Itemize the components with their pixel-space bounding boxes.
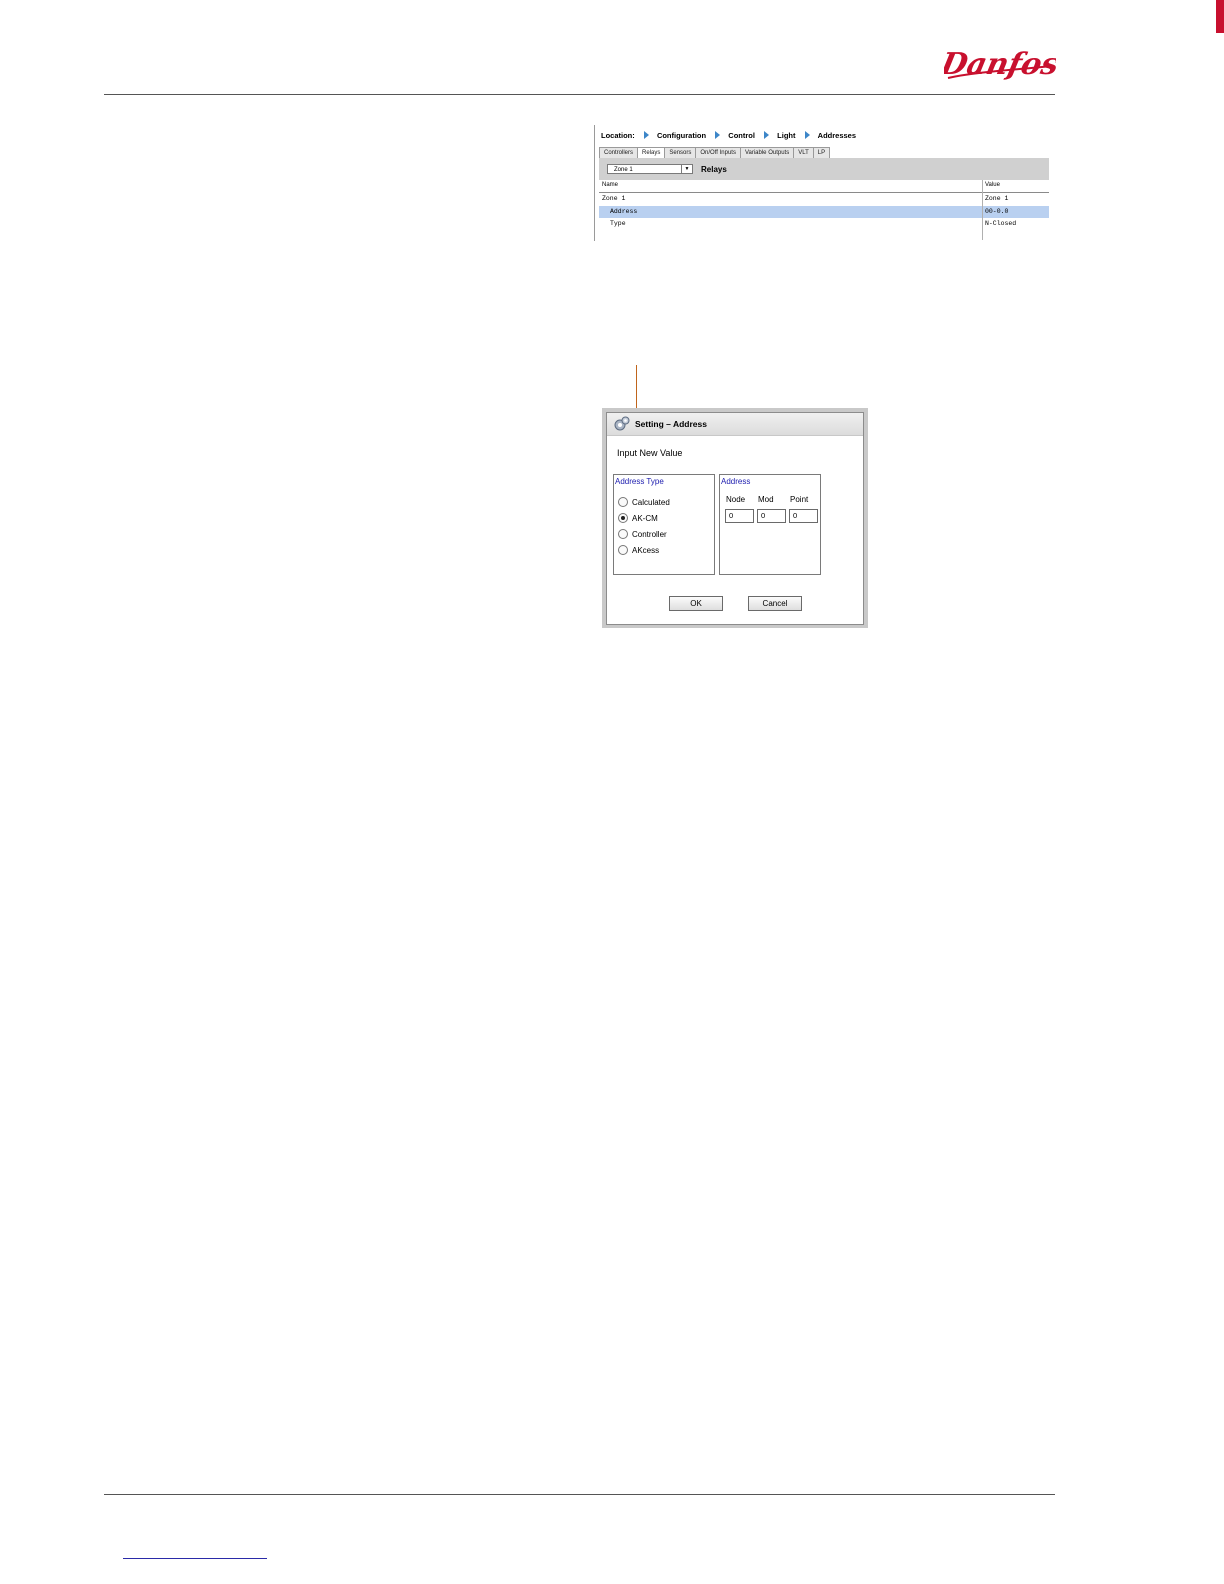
tab-vlt[interactable]: VLT <box>793 147 814 158</box>
row-value: N-Closed <box>985 220 1017 227</box>
footer-link-underline[interactable] <box>123 1558 267 1559</box>
zone-select[interactable]: Zone 1 ▼ <box>607 164 693 174</box>
column-divider <box>982 180 983 240</box>
row-name: Address <box>610 207 638 215</box>
breadcrumb-addresses[interactable]: Addresses <box>818 131 856 140</box>
address-title: Address <box>721 477 751 486</box>
radio-button[interactable] <box>618 545 628 555</box>
address-type-group: Address Type Calculated AK-CM Controller… <box>613 474 715 575</box>
section-title: Relays <box>701 165 727 174</box>
toolbar-band: Zone 1 ▼ Relays <box>599 158 1049 180</box>
dialog-prompt: Input New Value <box>617 448 683 458</box>
tab-relays[interactable]: Relays <box>637 147 666 158</box>
row-value: 00-0.0 <box>985 207 1009 215</box>
tab-sensors[interactable]: Sensors <box>664 147 697 158</box>
tab-on-off-inputs[interactable]: On/Off Inputs <box>695 147 741 158</box>
row-name: Type <box>610 220 626 227</box>
breadcrumb-light[interactable]: Light <box>777 131 795 140</box>
point-input[interactable]: 0 <box>789 509 818 523</box>
breadcrumb-control[interactable]: Control <box>728 131 755 140</box>
breadcrumb-arrow-icon <box>715 131 721 139</box>
breadcrumb-arrow-icon <box>804 131 810 139</box>
location-label: Location: <box>601 131 635 140</box>
danfoss-logo: Danfoss <box>944 47 1056 82</box>
radio-button[interactable] <box>618 497 628 507</box>
breadcrumb-arrow-icon <box>643 131 649 139</box>
breadcrumb-arrow-icon <box>764 131 770 139</box>
tab-lp[interactable]: LP <box>812 147 831 158</box>
mod-input[interactable]: 0 <box>757 509 786 523</box>
cancel-button[interactable]: Cancel <box>748 596 802 611</box>
radio-label: AKcess <box>632 546 660 555</box>
tab-variable-outputs[interactable]: Variable Outputs <box>739 147 795 158</box>
radio-controller[interactable]: Controller <box>618 529 667 541</box>
setting-dialog: Setting – Address Input New Value Addres… <box>606 412 864 625</box>
svg-text:Danfoss: Danfoss <box>944 47 1056 82</box>
footer-rule <box>104 1494 1055 1495</box>
address-group: Address Node Mod Point 0 0 0 <box>719 474 821 575</box>
tab-bar: Controllers Relays Sensors On/Off Inputs Var… <box>599 147 831 158</box>
radio-button[interactable] <box>618 529 628 539</box>
callout-line <box>636 365 637 413</box>
tab-controllers[interactable]: Controllers <box>599 147 639 158</box>
radio-akcess[interactable]: AKcess <box>618 545 659 557</box>
radio-label: Calculated <box>632 498 670 507</box>
breadcrumb-configuration[interactable]: Configuration <box>657 131 706 140</box>
address-type-title: Address Type <box>615 477 664 486</box>
radio-calculated[interactable]: Calculated <box>618 497 670 509</box>
dialog-title: Setting – Address <box>635 419 707 429</box>
ok-button[interactable]: OK <box>669 596 723 611</box>
radio-ak-cm[interactable]: AK-CM <box>618 513 658 525</box>
radio-label: Controller <box>632 530 667 539</box>
header-rule <box>104 94 1055 95</box>
node-label: Node <box>726 495 746 504</box>
row-name: Zone 1 <box>602 195 626 202</box>
relays-screen: Location: Configuration Control Light Ad… <box>594 125 1049 241</box>
dialog-titlebar: Setting – Address <box>607 413 863 436</box>
node-input[interactable]: 0 <box>725 509 754 523</box>
zone-select-value: Zone 1 <box>614 167 633 173</box>
row-value: Zone 1 <box>985 195 1009 202</box>
radio-button-selected[interactable] <box>618 513 628 523</box>
page-edge-tab <box>1216 0 1224 33</box>
gear-icon <box>614 416 630 431</box>
column-value-header: Value <box>985 182 1000 188</box>
mod-label: Mod <box>758 495 774 504</box>
location-breadcrumb: Location: Configuration Control Light Ad… <box>601 131 856 140</box>
chevron-down-icon[interactable]: ▼ <box>681 165 692 173</box>
point-label: Point <box>790 495 809 504</box>
radio-label: AK-CM <box>632 514 658 523</box>
column-name-header: Name <box>602 182 619 188</box>
